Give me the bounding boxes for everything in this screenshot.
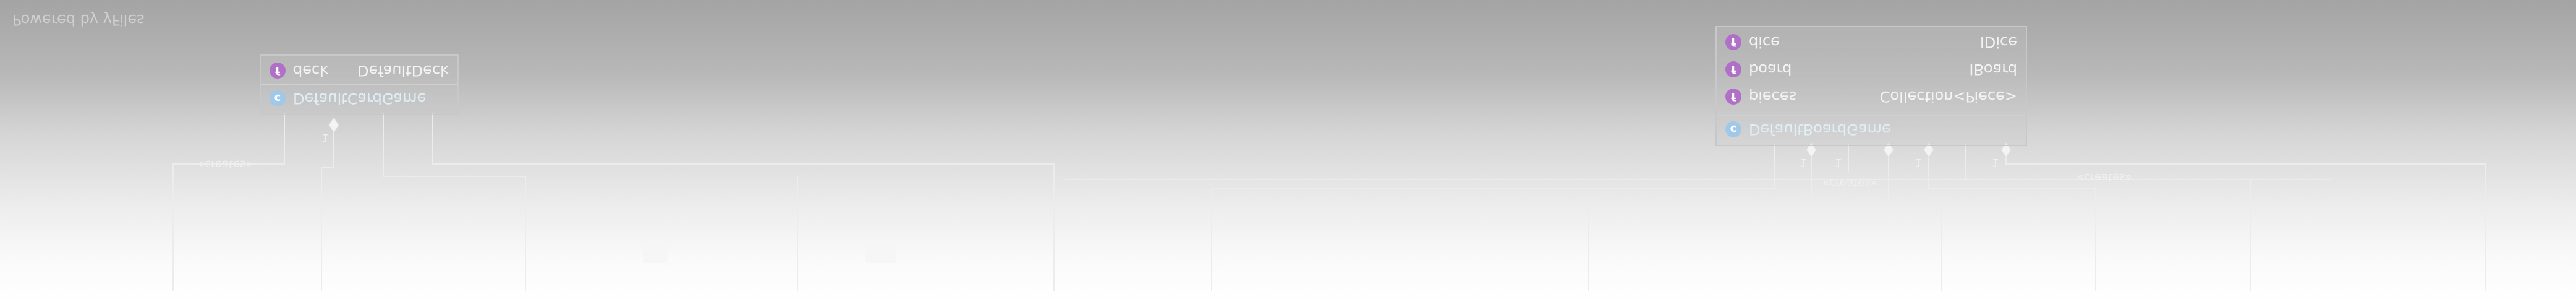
field-type: IDice	[1979, 33, 2017, 51]
field-name: board	[1749, 61, 1792, 78]
node-stub	[865, 246, 896, 263]
edge-label-creates: «creates»	[1822, 176, 1877, 189]
field-icon: f	[270, 63, 286, 79]
edge-line	[321, 125, 334, 291]
field-icon: f	[1725, 89, 1741, 105]
edge-line	[1588, 150, 1812, 291]
multiplicity-label: 1	[1800, 156, 1808, 169]
class-header[interactable]: c DefaultBoardGame	[1717, 115, 2026, 142]
class-name: DefaultCardGame	[293, 90, 427, 107]
field-name: pieces	[1749, 88, 1797, 105]
field-row-board[interactable]: f board IBoard	[1717, 56, 2026, 83]
field-type: DefaultDeck	[357, 62, 449, 79]
class-box-default-card-game[interactable]: f deck DefaultDeck c DefaultCardGame	[260, 54, 459, 115]
field-row-deck[interactable]: f deck DefaultDeck	[261, 57, 457, 84]
field-name: dice	[1749, 33, 1780, 51]
edge-label-creates: «creates»	[2077, 171, 2132, 184]
aggregation-diamond	[328, 117, 339, 133]
edge-label-creates: «creates»	[198, 158, 253, 171]
multiplicity-label: 1	[1915, 156, 1923, 169]
class-header[interactable]: c DefaultCardGame	[261, 84, 457, 111]
edge-line	[1928, 150, 2096, 291]
field-name: deck	[293, 62, 329, 79]
multiplicity-label: 1	[1835, 156, 1842, 169]
field-icon: f	[1725, 61, 1741, 77]
class-icon: c	[1725, 121, 1741, 137]
edge-line	[1211, 144, 1775, 291]
field-row-pieces[interactable]: f pieces Collection<Piece>	[1717, 83, 2026, 110]
edge-line	[1888, 150, 1942, 291]
class-box-default-board-game[interactable]: f dice IDice f board IBoard f pieces Col…	[1715, 26, 2027, 146]
node-stub	[643, 246, 668, 263]
edge-line	[1965, 144, 2251, 291]
multiplicity-label: 1	[321, 131, 329, 144]
edge-line	[383, 113, 526, 291]
field-icon: f	[1725, 34, 1741, 50]
multiplicity-label: 1	[1992, 156, 1999, 169]
edge-line	[172, 113, 285, 291]
class-name: DefaultBoardGame	[1749, 121, 1891, 138]
field-row-dice[interactable]: f dice IDice	[1717, 28, 2026, 56]
field-type: IBoard	[1969, 61, 2017, 78]
field-type: Collection<Piece>	[1879, 88, 2017, 105]
class-icon: c	[270, 90, 286, 106]
connector-lines	[172, 113, 2486, 291]
